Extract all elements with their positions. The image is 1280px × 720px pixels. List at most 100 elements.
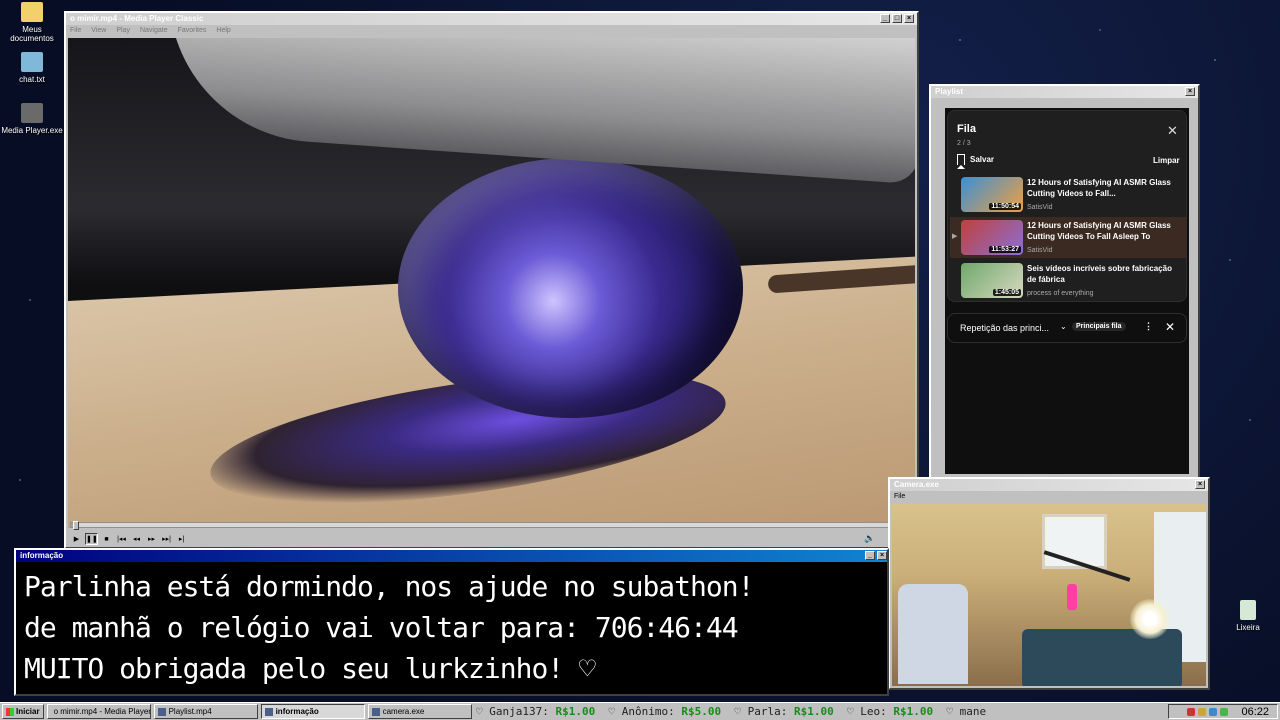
- desktop-icon-chat[interactable]: chat.txt: [0, 52, 64, 84]
- close-button[interactable]: ×: [877, 551, 887, 560]
- taskbar-item-camera[interactable]: camera.exe: [367, 704, 472, 719]
- save-label: Salvar: [970, 155, 995, 164]
- notepad-icon: [21, 52, 43, 72]
- pause-button[interactable]: ❚❚: [85, 533, 98, 545]
- info-window[interactable]: informação _ × Parlinha está dormindo, n…: [14, 548, 889, 696]
- menu-file[interactable]: File: [894, 491, 905, 502]
- desktop-icon-recycle-bin[interactable]: Lixeira: [1216, 600, 1280, 632]
- minimize-button[interactable]: _: [880, 14, 890, 23]
- next-button[interactable]: ▸▸|: [160, 533, 173, 545]
- playlist-titlebar[interactable]: Playlist ×: [931, 86, 1198, 98]
- glass-sphere: [398, 158, 743, 418]
- donation-ticker: ♡ Ganja137: R$1.00 ♡ Anônimo: R$5.00 ♡ P…: [476, 703, 1176, 720]
- info-line: MUITO obrigada pelo seu lurkzinho! ♡: [24, 652, 596, 685]
- channel-name: SatisVid: [1027, 247, 1053, 254]
- rewind-button[interactable]: ◂◂: [130, 533, 143, 545]
- antivirus-icon[interactable]: [1209, 707, 1218, 716]
- video-thumbnail: 11:53:27: [961, 220, 1023, 255]
- desktop-icon-media-player[interactable]: Media Player.exe: [0, 103, 64, 135]
- play-button[interactable]: ▶: [70, 533, 83, 545]
- clock[interactable]: 06:22: [1241, 706, 1269, 718]
- chair: [898, 584, 968, 684]
- menu-file[interactable]: File: [70, 25, 81, 36]
- desktop-icon-label: Lixeira: [1236, 623, 1260, 632]
- window-title: Camera.exe: [894, 480, 939, 489]
- taskbar-item-playlist[interactable]: Playlist.mp4: [153, 704, 258, 719]
- desk: [1022, 629, 1182, 686]
- desktop-icon-documents[interactable]: Meus documentos: [0, 2, 64, 43]
- close-button[interactable]: ×: [904, 14, 914, 23]
- recycle-bin-icon: [1240, 600, 1256, 620]
- save-button[interactable]: Salvar: [957, 154, 995, 169]
- menu-play[interactable]: Play: [116, 25, 130, 36]
- camera-window[interactable]: Camera.exe × File: [888, 477, 1210, 690]
- desktop-icon-label: chat.txt: [19, 75, 45, 84]
- video-title: Seis vídeos incríveis sobre fabricação d…: [1027, 264, 1172, 284]
- menu-navigate[interactable]: Navigate: [140, 25, 168, 36]
- video-title: 12 Hours of Satisfying AI ASMR Glass Cut…: [1027, 221, 1171, 241]
- bookmark-icon: [957, 154, 965, 169]
- start-button[interactable]: Iniciar: [2, 704, 44, 719]
- playlist-window[interactable]: Playlist × Fila 2 / 3 ✕ Salvar Limpar 11…: [929, 84, 1200, 482]
- maximize-button[interactable]: □: [892, 14, 902, 23]
- info-titlebar[interactable]: informação _ ×: [16, 550, 887, 562]
- volume-icon[interactable]: 🔈: [864, 533, 875, 544]
- taskbar-item-label: camera.exe: [382, 707, 425, 716]
- info-icon: [264, 707, 273, 716]
- chevron-down-icon[interactable]: ⌄: [1060, 322, 1067, 331]
- close-icon[interactable]: ✕: [1167, 123, 1178, 139]
- media-player-window[interactable]: o mimir.mp4 - Media Player Classic _ □ ×…: [64, 11, 919, 549]
- donation-amount: R$1.00: [793, 705, 834, 718]
- youtube-queue: Fila 2 / 3 ✕ Salvar Limpar 11:50:54 12 H…: [945, 108, 1189, 474]
- queue-panel: Fila 2 / 3 ✕ Salvar Limpar 11:50:54 12 H…: [947, 110, 1187, 302]
- taskbar-item-media-player[interactable]: o mimir.mp4 - Media Player...: [46, 704, 151, 719]
- menu-favorites[interactable]: Favorites: [178, 25, 207, 36]
- menu-help[interactable]: Help: [216, 25, 230, 36]
- queue-item-active[interactable]: ▶ 11:53:27 12 Hours of Satisfying AI ASM…: [950, 217, 1186, 258]
- video-thumbnail: 11:50:54: [961, 177, 1023, 212]
- more-options-icon[interactable]: ⋮: [1144, 321, 1153, 332]
- fast-forward-button[interactable]: ▸▸: [145, 533, 158, 545]
- seek-bar[interactable]: [70, 521, 913, 530]
- donor-name: Parla:: [747, 705, 788, 718]
- queue-item[interactable]: 1:45:05 Seis vídeos incríveis sobre fabr…: [950, 260, 1186, 301]
- playlist-chip[interactable]: Principais fila: [1072, 322, 1126, 331]
- frame-step-button[interactable]: ▸|: [175, 533, 188, 545]
- duration-badge: 11:50:54: [989, 203, 1021, 210]
- menu-view[interactable]: View: [91, 25, 106, 36]
- repeat-bar[interactable]: Repetição das princi... ⌄ Principais fil…: [947, 313, 1187, 343]
- media-player-titlebar[interactable]: o mimir.mp4 - Media Player Classic _ □ ×: [66, 13, 917, 25]
- desktop-icon-label: Meus documentos: [10, 25, 54, 43]
- minimize-button[interactable]: _: [865, 551, 875, 560]
- taskbar: Iniciar o mimir.mp4 - Media Player... Pl…: [0, 702, 1280, 720]
- window-title: informação: [20, 551, 64, 560]
- ticker-heart: ♡: [846, 705, 854, 718]
- taskbar-item-info[interactable]: informação: [260, 704, 365, 719]
- microphone: [1067, 584, 1077, 610]
- previous-button[interactable]: |◂◂: [115, 533, 128, 545]
- network-icon[interactable]: [1187, 707, 1196, 716]
- system-tray: 06:22: [1168, 704, 1278, 719]
- close-icon[interactable]: ✕: [1165, 320, 1175, 334]
- taskbar-item-label: o mimir.mp4 - Media Player...: [53, 707, 151, 716]
- video-frame[interactable]: [68, 38, 915, 528]
- start-label: Iniciar: [16, 707, 40, 716]
- close-button[interactable]: ×: [1185, 87, 1195, 96]
- close-button[interactable]: ×: [1195, 480, 1205, 489]
- seek-knob[interactable]: [73, 521, 80, 530]
- video-title: 12 Hours of Satisfying AI ASMR Glass Cut…: [1027, 178, 1171, 198]
- lamp-glow: [1130, 599, 1170, 639]
- menu-bar: File View Play Navigate Favorites Help: [66, 25, 917, 36]
- windows-logo-icon: [6, 707, 14, 716]
- camera-icon: [371, 707, 380, 716]
- update-icon[interactable]: [1220, 707, 1229, 716]
- volume-tray-icon[interactable]: [1198, 707, 1207, 716]
- menu-bar: File: [890, 491, 1208, 502]
- ticker-heart: ♡: [734, 705, 741, 718]
- queue-item[interactable]: 11:50:54 12 Hours of Satisfying AI ASMR …: [950, 174, 1186, 215]
- camera-titlebar[interactable]: Camera.exe ×: [890, 479, 1208, 491]
- stop-button[interactable]: ■: [100, 533, 113, 545]
- media-player-icon: [21, 103, 43, 123]
- clear-button[interactable]: Limpar: [1153, 156, 1180, 165]
- taskbar-item-label: Playlist.mp4: [168, 707, 212, 716]
